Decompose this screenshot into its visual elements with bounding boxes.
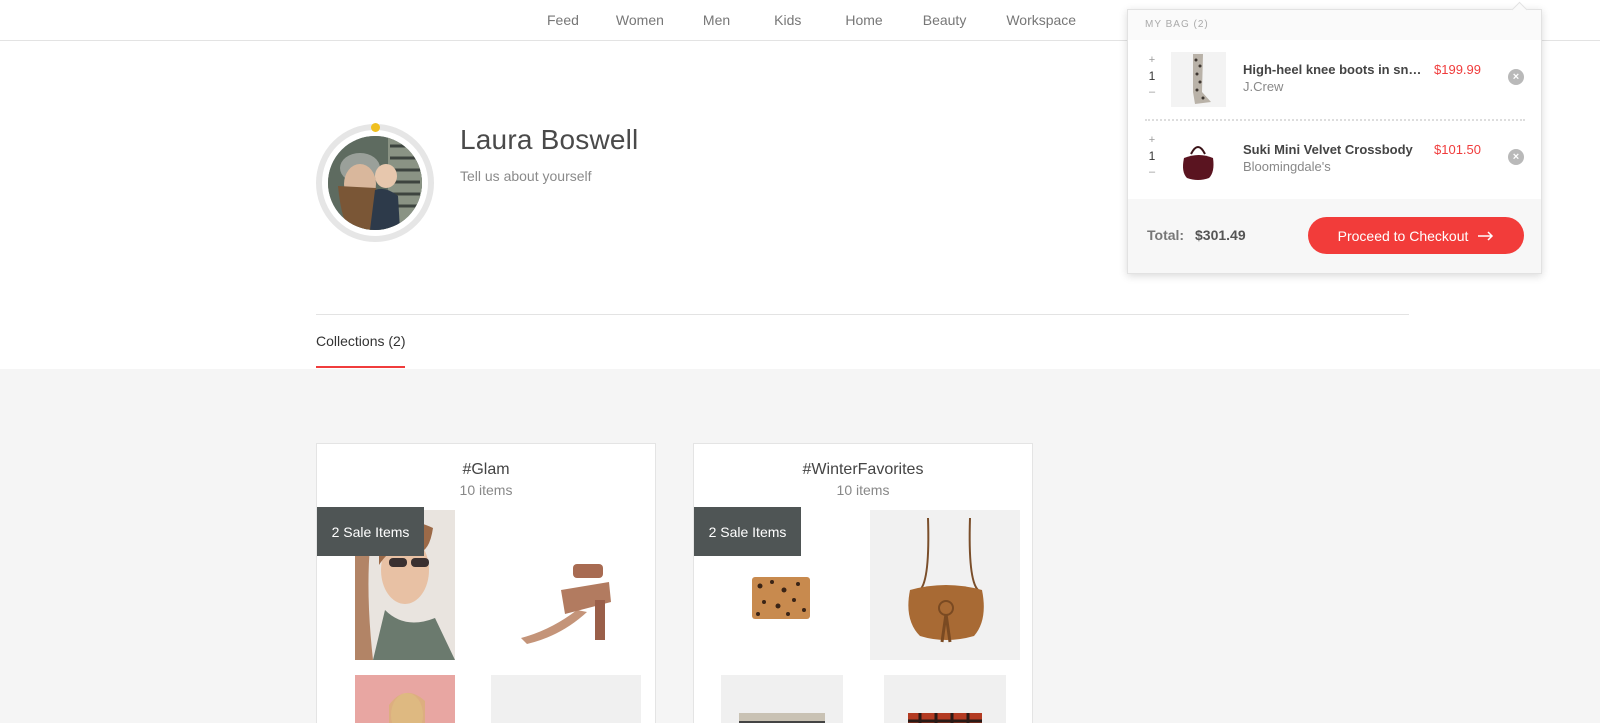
collection-count: 10 items bbox=[459, 482, 513, 498]
status-dot bbox=[371, 123, 380, 132]
avatar-ring[interactable] bbox=[316, 123, 434, 242]
checkout-button[interactable]: Proceed to Checkout bbox=[1308, 217, 1524, 254]
product-brand: Bloomingdale's bbox=[1243, 159, 1331, 174]
quantity-stepper: + 1 – bbox=[1145, 52, 1159, 100]
product-brand: J.Crew bbox=[1243, 79, 1284, 94]
bag-header: MY BAG (2) bbox=[1128, 10, 1541, 40]
product-thumb[interactable] bbox=[870, 510, 1020, 660]
collection-title: #Glam bbox=[462, 461, 510, 478]
quantity-stepper: + 1 – bbox=[1145, 132, 1159, 180]
avatar bbox=[328, 136, 422, 230]
nav-men[interactable]: Men bbox=[703, 12, 730, 28]
product-price: $101.50 bbox=[1434, 142, 1481, 157]
collection-count: 10 items bbox=[836, 482, 890, 498]
profile-bio[interactable]: Tell us about yourself bbox=[460, 168, 592, 184]
product-name[interactable]: High-heel knee boots in snakeskin bbox=[1243, 62, 1423, 77]
nav-home[interactable]: Home bbox=[845, 12, 882, 28]
bag-dropdown: MY BAG (2) + 1 – High-heel knee boots in… bbox=[1127, 1, 1542, 274]
profile-name: Laura Boswell bbox=[460, 124, 639, 155]
product-thumb[interactable] bbox=[721, 675, 843, 723]
sale-badge: 2 Sale Items bbox=[317, 507, 424, 556]
arrow-right-icon bbox=[1478, 228, 1494, 244]
section-divider bbox=[316, 314, 1409, 315]
product-thumb[interactable] bbox=[491, 675, 641, 723]
increase-qty-button[interactable]: + bbox=[1145, 52, 1159, 68]
bag-footer: Total: $301.49 Proceed to Checkout bbox=[1128, 199, 1541, 273]
product-image[interactable] bbox=[1171, 132, 1226, 187]
nav-beauty[interactable]: Beauty bbox=[923, 12, 967, 28]
tab-collections[interactable]: Collections (2) bbox=[316, 333, 406, 368]
product-thumb[interactable] bbox=[884, 675, 1006, 723]
nav-workspace[interactable]: Workspace bbox=[1006, 12, 1076, 28]
bag-item: + 1 – High-heel knee boots in snakeskin … bbox=[1128, 40, 1541, 120]
quantity-value: 1 bbox=[1148, 69, 1156, 83]
product-image[interactable] bbox=[1171, 52, 1226, 107]
total-label: Total: bbox=[1147, 227, 1185, 243]
product-thumb[interactable] bbox=[355, 675, 455, 723]
decrease-qty-button[interactable]: – bbox=[1145, 84, 1159, 100]
collection-card-glam[interactable]: #Glam 10 items 2 Sale Items bbox=[316, 443, 656, 723]
nav-feed[interactable]: Feed bbox=[547, 12, 579, 28]
decrease-qty-button[interactable]: – bbox=[1145, 164, 1159, 180]
quantity-value: 1 bbox=[1148, 149, 1156, 163]
nav-women[interactable]: Women bbox=[616, 12, 664, 28]
remove-item-icon[interactable]: × bbox=[1508, 69, 1524, 85]
category-nav: Feed Women Men Kids Home Beauty Workspac… bbox=[530, 0, 1076, 40]
total-value: $301.49 bbox=[1195, 227, 1246, 243]
remove-item-icon[interactable]: × bbox=[1508, 149, 1524, 165]
collection-title: #WinterFavorites bbox=[802, 461, 924, 478]
product-name[interactable]: Suki Mini Velvet Crossbody bbox=[1243, 142, 1423, 157]
sale-badge: 2 Sale Items bbox=[694, 507, 801, 556]
collection-card-winter-favorites[interactable]: #WinterFavorites 10 items 2 Sale Items bbox=[693, 443, 1033, 723]
increase-qty-button[interactable]: + bbox=[1145, 132, 1159, 148]
nav-kids[interactable]: Kids bbox=[774, 12, 801, 28]
product-thumb[interactable] bbox=[491, 510, 641, 660]
avatar-photo bbox=[328, 136, 422, 230]
product-price: $199.99 bbox=[1434, 62, 1481, 77]
checkout-label: Proceed to Checkout bbox=[1337, 227, 1469, 244]
bag-item: + 1 – Suki Mini Velvet Crossbody Bloomin… bbox=[1128, 120, 1541, 200]
